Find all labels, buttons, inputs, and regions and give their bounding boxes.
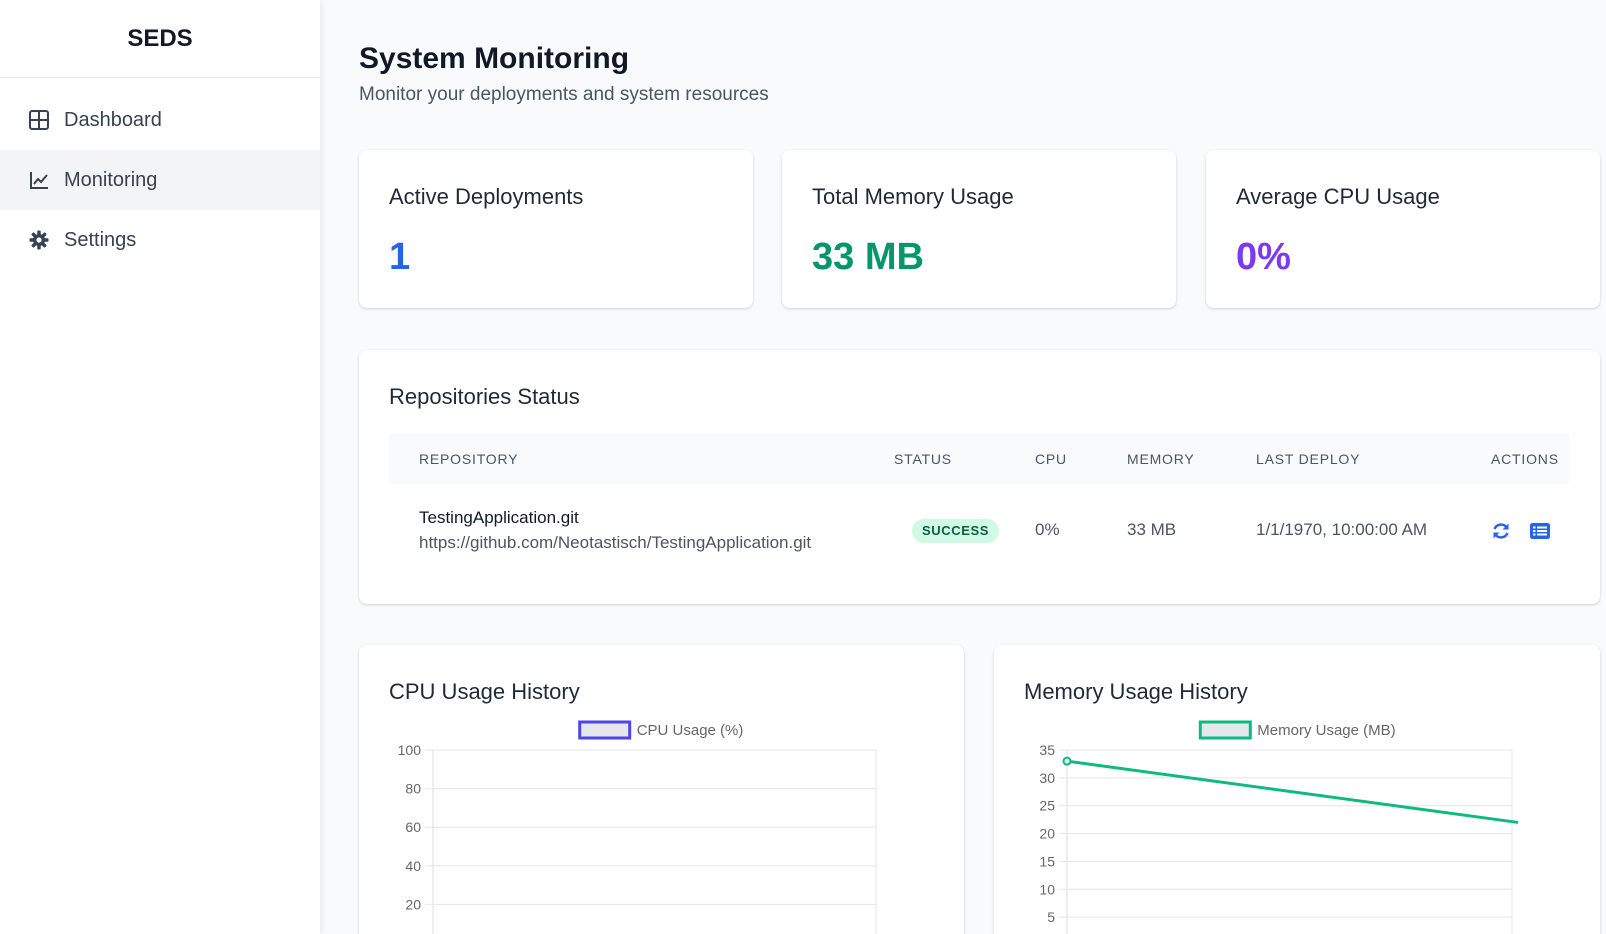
column-header: REPOSITORY xyxy=(419,451,519,467)
stat-card-average-cpu: Average CPU Usage 0% xyxy=(1206,150,1600,308)
cpu-usage-chart: CPU Usage (%) 100 80 60 40 20 xyxy=(398,720,877,934)
sidebar: SEDS Dashboard Monitoring Settings xyxy=(0,0,320,934)
y-tick-label: 80 xyxy=(405,781,421,797)
repository-url: https://github.com/Neotastisch/TestingAp… xyxy=(419,533,812,552)
sidebar-item-settings[interactable]: Settings xyxy=(0,210,320,270)
logs-icon xyxy=(1530,523,1550,539)
y-tick-label: 15 xyxy=(1039,853,1055,869)
column-header: ACTIONS xyxy=(1491,451,1559,467)
stat-title: Average CPU Usage xyxy=(1236,184,1440,209)
table-header: REPOSITORY STATUS CPU MEMORY LAST DEPLOY… xyxy=(389,434,1569,484)
series-line xyxy=(1066,759,1519,824)
chart-line-icon xyxy=(28,169,50,191)
sidebar-item-dashboard[interactable]: Dashboard xyxy=(0,90,320,150)
refresh-button[interactable] xyxy=(1490,520,1512,542)
y-tick-label: 20 xyxy=(405,896,421,912)
stat-card-total-memory: Total Memory Usage 33 MB xyxy=(782,150,1176,308)
y-tick-label: 5 xyxy=(1047,909,1055,925)
section-title: Repositories Status xyxy=(389,384,580,409)
column-header: CPU xyxy=(1035,451,1067,467)
stat-value: 0% xyxy=(1236,236,1291,278)
memory-history-card: Memory Usage History Memory Usage (MB) 35… xyxy=(994,645,1600,934)
column-header: MEMORY xyxy=(1127,451,1195,467)
stat-title: Active Deployments xyxy=(389,184,584,209)
last-deploy-value: 1/1/1970, 10:00:00 AM xyxy=(1256,520,1428,539)
sidebar-item-label: Settings xyxy=(64,228,137,251)
sidebar-nav: Dashboard Monitoring Settings xyxy=(0,78,320,270)
status-badge: SUCCESS xyxy=(912,519,1000,543)
legend-swatch xyxy=(578,720,632,740)
cpu-history-card: CPU Usage History CPU Usage (%) 100 80 60 40… xyxy=(359,645,964,934)
legend-label: Memory Usage (MB) xyxy=(1257,722,1395,739)
gear-icon xyxy=(28,229,50,251)
cpu-value: 0% xyxy=(1035,520,1060,539)
y-tick-label: 40 xyxy=(405,858,421,874)
column-header: STATUS xyxy=(894,451,952,467)
data-point xyxy=(1062,756,1072,766)
y-tick-label: 30 xyxy=(1039,770,1055,786)
y-tick-label: 35 xyxy=(1039,742,1055,758)
legend-swatch xyxy=(1198,720,1252,740)
stat-card-active-deployments: Active Deployments 1 xyxy=(359,150,753,308)
stat-value: 33 MB xyxy=(812,236,924,278)
y-tick-label: 60 xyxy=(405,819,421,835)
stat-value: 1 xyxy=(389,236,411,278)
logs-button[interactable] xyxy=(1529,520,1551,542)
legend-label: CPU Usage (%) xyxy=(637,722,744,739)
sidebar-item-label: Monitoring xyxy=(64,168,158,191)
y-tick-label: 20 xyxy=(1039,826,1055,842)
y-tick-label: 100 xyxy=(398,742,422,758)
table-row: TestingApplication.git https://github.co… xyxy=(389,484,1569,574)
sidebar-item-label: Dashboard xyxy=(64,108,162,131)
y-tick-label: 10 xyxy=(1039,881,1055,897)
stat-title: Total Memory Usage xyxy=(812,184,1014,209)
page-title: System Monitoring xyxy=(359,42,630,75)
page-subtitle: Monitor your deployments and system reso… xyxy=(359,84,769,105)
app-brand: SEDS xyxy=(0,0,320,78)
repositories-card: Repositories Status REPOSITORY STATUS CP… xyxy=(359,350,1600,604)
y-tick-label: 25 xyxy=(1039,798,1055,814)
memory-value: 33 MB xyxy=(1127,520,1177,539)
sidebar-item-monitoring[interactable]: Monitoring xyxy=(0,150,320,210)
column-header: LAST DEPLOY xyxy=(1256,451,1361,467)
memory-usage-chart: Memory Usage (MB) 35 30 25 20 15 10 5 xyxy=(1039,720,1519,934)
refresh-icon xyxy=(1493,523,1509,539)
repository-name: TestingApplication.git xyxy=(419,508,579,527)
grid-icon xyxy=(28,109,50,131)
